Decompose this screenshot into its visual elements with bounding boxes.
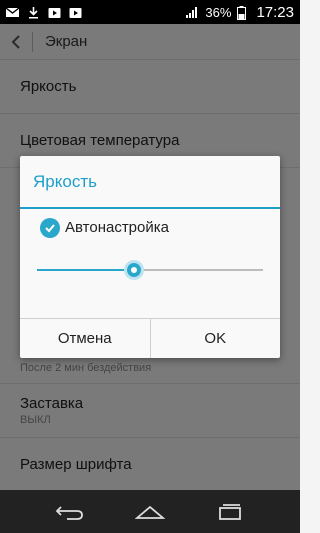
status-bar: 36% 17:23: [0, 0, 300, 24]
notification-icons: [5, 6, 82, 19]
dialog-buttons: Отмена OK: [20, 318, 280, 358]
brightness-slider-thumb[interactable]: [124, 260, 145, 280]
battery-percent: 36%: [205, 4, 232, 20]
back-icon[interactable]: [50, 497, 90, 527]
dialog-title: Яркость: [33, 172, 97, 191]
cancel-button[interactable]: Отмена: [20, 319, 150, 358]
brightness-dialog: Яркость Автонастройка Отмена OK: [20, 156, 280, 358]
signal-icon: [186, 6, 199, 19]
play-store-icon: [48, 6, 61, 19]
auto-brightness-checkbox[interactable]: [40, 218, 60, 238]
dialog-title-divider: [20, 207, 280, 209]
navigation-bar: [0, 490, 300, 533]
gmail-icon: [5, 6, 20, 19]
checkmark-icon: [45, 224, 55, 233]
clock: 17:23: [256, 3, 294, 21]
play-store-icon: [69, 6, 82, 19]
system-icons: 36% 17:23: [186, 4, 294, 21]
battery-icon: [237, 5, 250, 20]
download-icon: [27, 6, 40, 19]
auto-brightness-label[interactable]: Автонастройка: [65, 219, 169, 236]
home-icon[interactable]: [130, 497, 170, 527]
brightness-slider-fill: [37, 269, 135, 271]
ok-button[interactable]: OK: [149, 319, 281, 358]
recents-icon[interactable]: [210, 497, 250, 527]
